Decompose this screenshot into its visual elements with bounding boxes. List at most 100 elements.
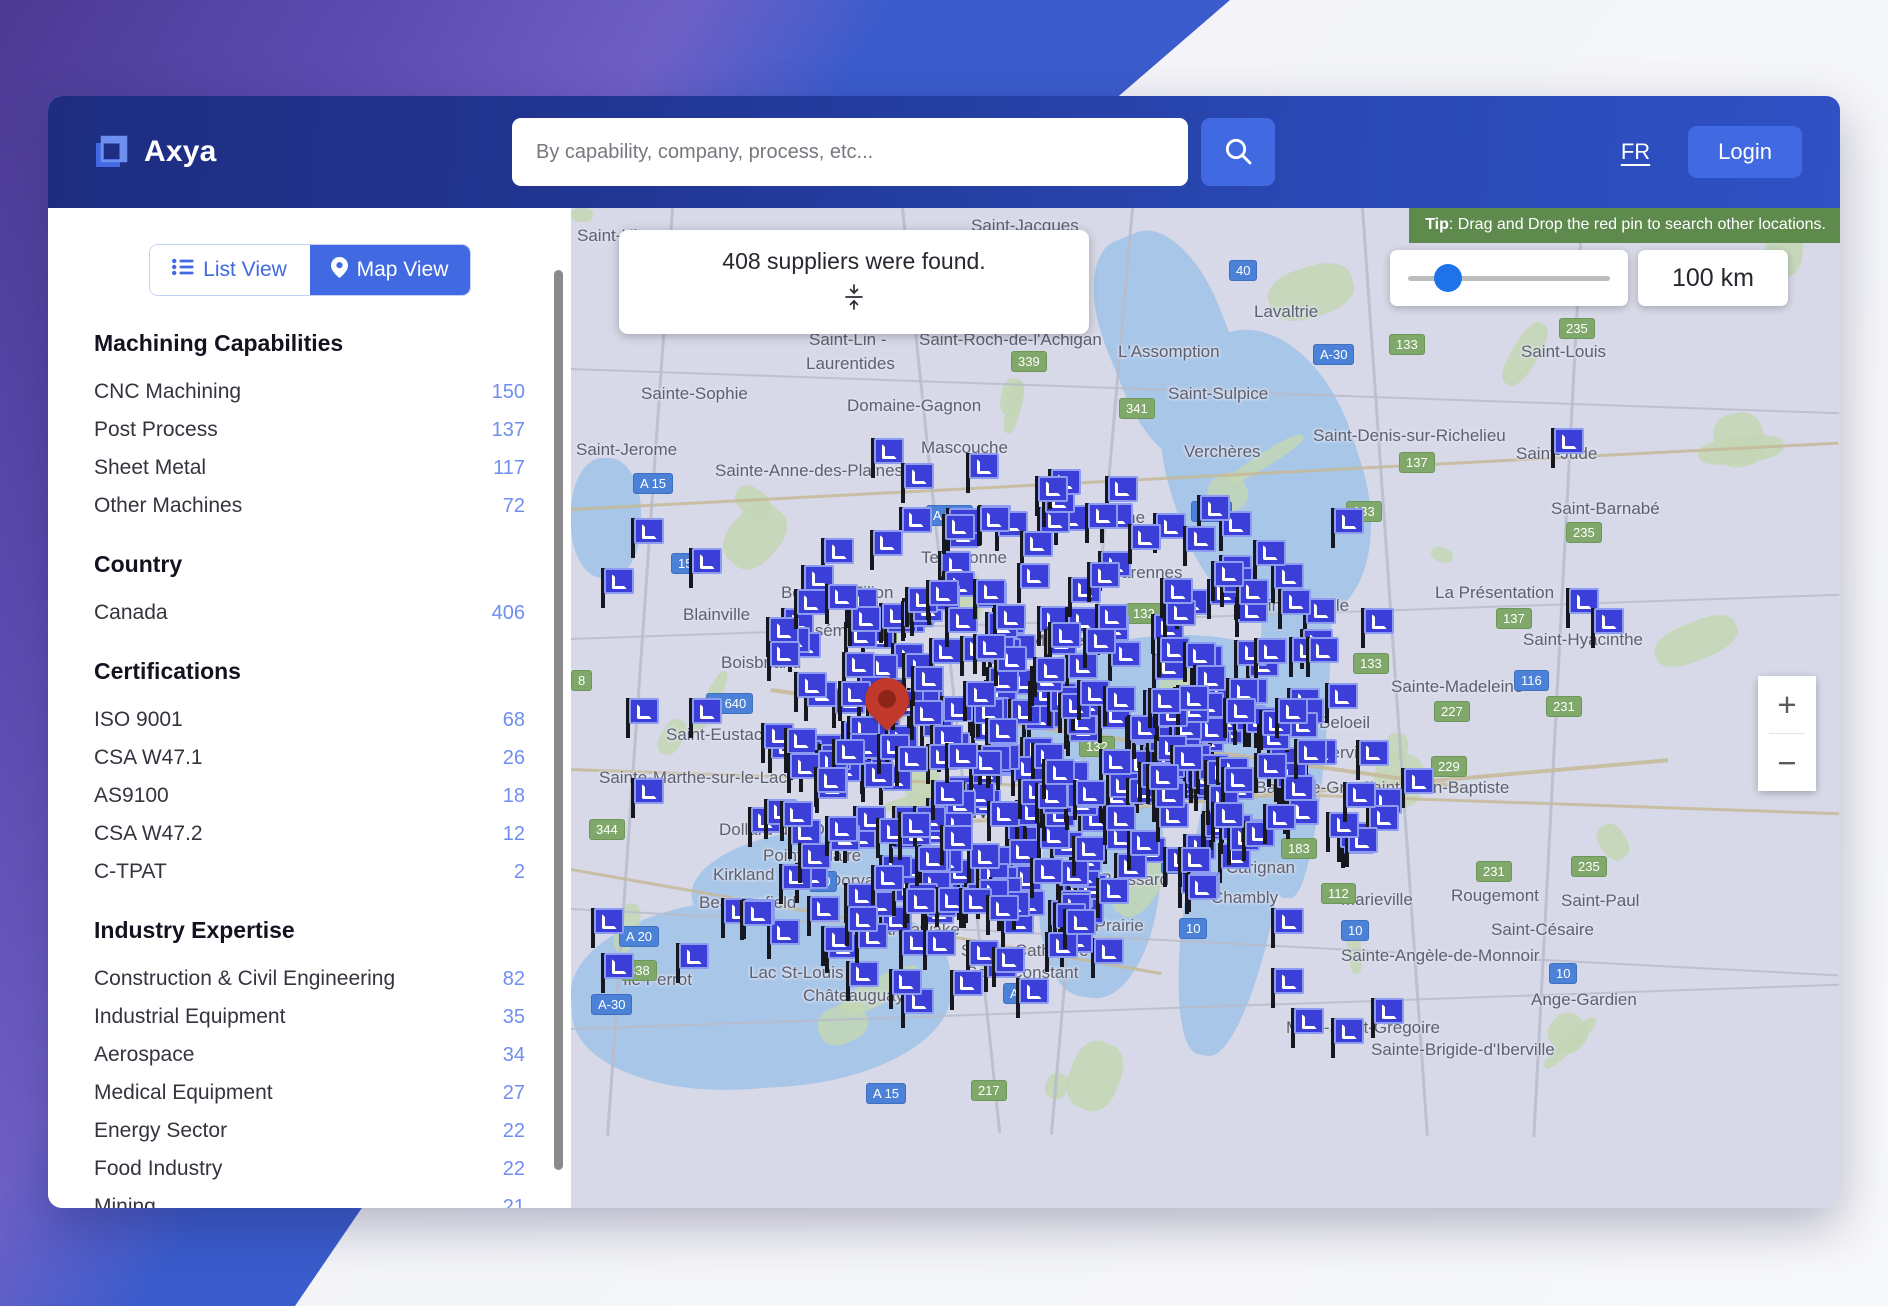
- search-button[interactable]: [1201, 118, 1275, 186]
- supplier-flag-marker[interactable]: [986, 800, 1021, 841]
- facet-item-aerospace[interactable]: Aerospace 34: [94, 1036, 525, 1074]
- supplier-flag-marker[interactable]: [1331, 508, 1365, 548]
- language-switch-link[interactable]: FR: [1621, 139, 1650, 165]
- supplier-flag-marker[interactable]: [888, 968, 923, 1009]
- login-button[interactable]: Login: [1688, 126, 1802, 178]
- supplier-flag-marker[interactable]: [1063, 909, 1097, 950]
- supplier-flag-marker[interactable]: [793, 589, 828, 630]
- facet-item-cnc-machining[interactable]: CNC Machining 150: [94, 373, 525, 411]
- supplier-flag-marker[interactable]: [1331, 1018, 1365, 1058]
- supplier-flag-marker[interactable]: [1291, 1008, 1325, 1048]
- facet-item-c-tpat[interactable]: C-TPAT 2: [94, 853, 525, 891]
- supplier-flag-marker[interactable]: [1030, 858, 1064, 899]
- radius-slider-track[interactable]: [1408, 264, 1610, 292]
- supplier-flag-marker[interactable]: [1342, 781, 1377, 822]
- supplier-flag-marker[interactable]: [779, 801, 814, 842]
- map-canvas[interactable]: Saint-HippoSaint-JacquesSaint-AlexisSain…: [571, 208, 1840, 1208]
- collapse-vertical-icon[interactable]: [842, 283, 866, 316]
- supplier-flag-marker[interactable]: [813, 767, 848, 808]
- search-input[interactable]: [512, 118, 1188, 186]
- supplier-flag-marker[interactable]: [591, 908, 625, 948]
- supplier-flag-marker[interactable]: [1361, 608, 1395, 648]
- tab-map-view[interactable]: Map View: [309, 245, 470, 295]
- supplier-flag-marker[interactable]: [1072, 780, 1107, 821]
- supplier-flag-marker[interactable]: [1042, 759, 1076, 800]
- supplier-flag-marker[interactable]: [1147, 687, 1182, 728]
- supplier-flag-marker[interactable]: [1083, 627, 1117, 668]
- supplier-flag-marker[interactable]: [898, 812, 932, 853]
- supplier-flag-marker[interactable]: [1048, 622, 1082, 663]
- facet-item-csa-w472[interactable]: CSA W47.2 12: [94, 815, 525, 853]
- facet-item-mining[interactable]: Mining 21: [94, 1188, 525, 1208]
- supplier-flag-marker[interactable]: [1220, 766, 1255, 807]
- facet-item-canada[interactable]: Canada 406: [94, 594, 525, 632]
- facet-item-energy-sector[interactable]: Energy Sector 22: [94, 1112, 525, 1150]
- supplier-flag-marker[interactable]: [940, 825, 974, 866]
- supplier-flag-marker[interactable]: [1085, 502, 1119, 543]
- supplier-flag-marker[interactable]: [1355, 739, 1390, 780]
- supplier-map[interactable]: Saint-HippoSaint-JacquesSaint-AlexisSain…: [571, 208, 1840, 1208]
- supplier-flag-marker[interactable]: [689, 698, 723, 738]
- supplier-flag-marker[interactable]: [973, 578, 1007, 619]
- supplier-flag-marker[interactable]: [922, 930, 957, 971]
- supplier-flag-marker[interactable]: [963, 681, 997, 722]
- facet-item-iso-9001[interactable]: ISO 9001 68: [94, 701, 525, 739]
- supplier-flag-marker[interactable]: [991, 946, 1026, 987]
- supplier-flag-marker[interactable]: [930, 780, 965, 821]
- supplier-flag-marker[interactable]: [1262, 804, 1297, 845]
- facet-item-construction-civil-engineering[interactable]: Construction & Civil Engineering 82: [94, 960, 525, 998]
- supplier-flag-marker[interactable]: [1096, 877, 1130, 918]
- supplier-flag-marker[interactable]: [976, 506, 1011, 547]
- supplier-flag-marker[interactable]: [1591, 608, 1625, 648]
- supplier-flag-marker[interactable]: [1103, 805, 1137, 846]
- supplier-flag-marker[interactable]: [601, 568, 635, 608]
- radius-slider[interactable]: [1390, 250, 1628, 306]
- supplier-flag-marker[interactable]: [901, 463, 935, 503]
- brand[interactable]: Axya: [92, 133, 512, 171]
- supplier-flag-marker[interactable]: [985, 895, 1020, 936]
- supplier-flag-marker[interactable]: [1087, 562, 1121, 603]
- sidebar-scrollbar[interactable]: [554, 270, 563, 1170]
- supplier-flag-marker[interactable]: [689, 548, 723, 588]
- zoom-in-button[interactable]: +: [1758, 676, 1816, 733]
- supplier-flag-marker[interactable]: [1016, 562, 1051, 603]
- supplier-flag-marker[interactable]: [1211, 560, 1245, 601]
- zoom-out-button[interactable]: −: [1758, 734, 1816, 791]
- supplier-flag-marker[interactable]: [1271, 908, 1305, 948]
- supplier-flag-marker[interactable]: [941, 513, 976, 554]
- supplier-flag-marker[interactable]: [870, 864, 905, 905]
- supplier-flag-marker[interactable]: [903, 888, 937, 929]
- facet-item-medical-equipment[interactable]: Medical Equipment 27: [94, 1074, 525, 1112]
- supplier-flag-marker[interactable]: [824, 583, 859, 624]
- supplier-flag-marker[interactable]: [972, 634, 1007, 675]
- supplier-flag-marker[interactable]: [1127, 524, 1162, 565]
- supplier-flag-marker[interactable]: [1071, 835, 1106, 876]
- supplier-flag-marker[interactable]: [1145, 763, 1180, 804]
- facet-item-industrial-equipment[interactable]: Industrial Equipment 35: [94, 998, 525, 1036]
- supplier-flag-marker[interactable]: [1293, 739, 1328, 779]
- supplier-flag-marker[interactable]: [845, 906, 879, 947]
- supplier-flag-marker[interactable]: [824, 815, 859, 856]
- supplier-flag-marker[interactable]: [1253, 638, 1288, 679]
- radius-slider-thumb[interactable]: [1434, 264, 1463, 292]
- supplier-flag-marker[interactable]: [1103, 686, 1137, 727]
- supplier-flag-marker[interactable]: [631, 778, 665, 818]
- supplier-flag-marker[interactable]: [601, 953, 635, 993]
- supplier-flag-marker[interactable]: [925, 580, 960, 621]
- facet-item-as9100[interactable]: AS9100 18: [94, 777, 525, 815]
- supplier-flag-marker[interactable]: [1035, 475, 1069, 516]
- facet-item-sheet-metal[interactable]: Sheet Metal 117: [94, 449, 525, 487]
- supplier-flag-marker[interactable]: [794, 672, 828, 713]
- supplier-flag-marker[interactable]: [966, 453, 1000, 493]
- supplier-flag-marker[interactable]: [1211, 802, 1245, 843]
- supplier-flag-marker[interactable]: [676, 943, 710, 983]
- supplier-flag-marker[interactable]: [1371, 998, 1405, 1038]
- supplier-flag-marker[interactable]: [1033, 657, 1067, 698]
- supplier-flag-marker[interactable]: [1160, 578, 1194, 619]
- supplier-flag-marker[interactable]: [1184, 874, 1219, 915]
- supplier-flag-marker[interactable]: [631, 518, 665, 558]
- supplier-flag-marker[interactable]: [945, 742, 979, 783]
- facet-item-post-process[interactable]: Post Process 137: [94, 411, 525, 449]
- supplier-flag-marker[interactable]: [1223, 697, 1257, 738]
- supplier-flag-marker[interactable]: [1278, 588, 1312, 629]
